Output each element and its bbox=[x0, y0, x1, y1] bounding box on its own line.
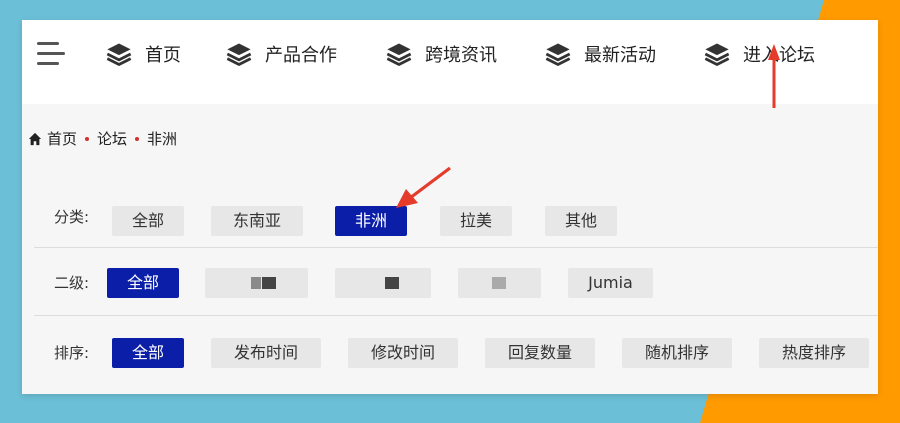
layers-icon bbox=[386, 43, 412, 66]
sort-chip-modify-time[interactable]: 修改时间 bbox=[348, 338, 458, 368]
sort-filter-row: 排序: 全部 发布时间 修改时间 回复数量 随机排序 热度排序 bbox=[34, 316, 878, 384]
forum-page-card: 首页 产品合作 跨境资讯 最新活动 进入论坛 首页 论坛 非洲 分类: 全部 东… bbox=[22, 20, 878, 394]
sort-chip-all[interactable]: 全部 bbox=[112, 338, 184, 368]
redacted-block bbox=[385, 277, 399, 289]
category-chip-latin-america[interactable]: 拉美 bbox=[440, 206, 512, 236]
nav-item-enter-forum[interactable]: 进入论坛 bbox=[703, 36, 815, 72]
redacted-block bbox=[262, 277, 276, 289]
secondary-chip-redacted-1[interactable] bbox=[205, 268, 308, 298]
breadcrumb-forum-link[interactable]: 论坛 bbox=[97, 128, 127, 149]
sort-chip-reply-count[interactable]: 回复数量 bbox=[485, 338, 595, 368]
redacted-block bbox=[492, 277, 506, 289]
nav-item-label: 首页 bbox=[145, 45, 181, 66]
breadcrumb-current: 非洲 bbox=[147, 130, 178, 148]
layers-icon bbox=[545, 43, 571, 66]
category-chip-africa[interactable]: 非洲 bbox=[335, 206, 407, 236]
home-icon bbox=[28, 132, 42, 145]
breadcrumb-separator bbox=[135, 136, 140, 141]
nav-item-label: 产品合作 bbox=[265, 45, 337, 66]
sort-chip-publish-time[interactable]: 发布时间 bbox=[211, 338, 321, 368]
top-navigation: 首页 产品合作 跨境资讯 最新活动 进入论坛 bbox=[22, 20, 878, 104]
category-filter-row: 分类: 全部 东南亚 非洲 拉美 其他 bbox=[34, 180, 878, 248]
breadcrumb: 首页 论坛 非洲 bbox=[28, 128, 177, 149]
nav-item-label: 最新活动 bbox=[584, 45, 656, 66]
secondary-chip-jumia[interactable]: Jumia bbox=[568, 268, 653, 298]
sort-chip-popularity[interactable]: 热度排序 bbox=[759, 338, 869, 368]
redacted-block bbox=[251, 277, 261, 289]
filter-panel: 分类: 全部 东南亚 非洲 拉美 其他 二级: 全部 Jumia 排序: 全部 bbox=[22, 180, 878, 394]
category-chip-other[interactable]: 其他 bbox=[545, 206, 617, 236]
sort-chip-random[interactable]: 随机排序 bbox=[622, 338, 732, 368]
secondary-label: 二级: bbox=[54, 274, 90, 292]
secondary-filter-row: 二级: 全部 Jumia bbox=[34, 248, 878, 316]
layers-icon bbox=[106, 43, 132, 66]
nav-item-label: 跨境资讯 bbox=[425, 45, 497, 66]
sort-label: 排序: bbox=[54, 344, 90, 362]
nav-item-label: 进入论坛 bbox=[743, 45, 815, 66]
category-chip-southeast-asia[interactable]: 东南亚 bbox=[211, 206, 303, 236]
breadcrumb-separator bbox=[85, 136, 90, 141]
nav-item-cross-border-news[interactable]: 跨境资讯 bbox=[385, 36, 497, 72]
nav-item-latest-events[interactable]: 最新活动 bbox=[544, 36, 656, 72]
breadcrumb-home-link[interactable]: 首页 bbox=[47, 128, 77, 149]
layers-icon bbox=[704, 43, 730, 66]
secondary-chip-all[interactable]: 全部 bbox=[107, 268, 179, 298]
category-label: 分类: bbox=[54, 208, 90, 226]
nav-item-product-cooperation[interactable]: 产品合作 bbox=[225, 36, 337, 72]
secondary-chip-redacted-3[interactable] bbox=[458, 268, 541, 298]
layers-icon bbox=[226, 43, 252, 66]
menu-icon[interactable] bbox=[37, 42, 67, 68]
category-chip-all[interactable]: 全部 bbox=[112, 206, 184, 236]
secondary-chip-redacted-2[interactable] bbox=[335, 268, 431, 298]
nav-item-home[interactable]: 首页 bbox=[105, 36, 181, 72]
breadcrumb-area: 首页 论坛 非洲 bbox=[22, 104, 878, 180]
